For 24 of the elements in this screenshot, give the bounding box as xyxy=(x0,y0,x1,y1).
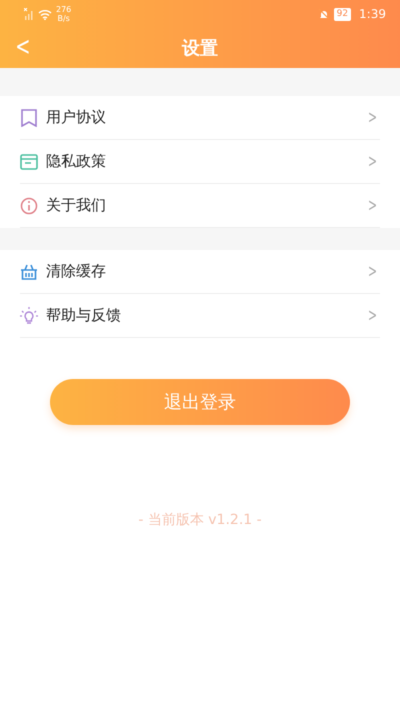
page-title: 设置 xyxy=(182,36,218,60)
version-text: - 当前版本 v1.2.1 - xyxy=(138,511,262,530)
signal-icon xyxy=(24,8,34,20)
chevron-icon: > xyxy=(368,196,377,214)
lightbulb-icon xyxy=(20,306,38,324)
row-label: 帮助与反馈 xyxy=(46,305,121,326)
info-icon xyxy=(20,196,38,214)
chevron-icon: > xyxy=(368,306,377,324)
battery-indicator: 92 xyxy=(334,8,352,20)
wifi-icon xyxy=(38,8,52,20)
bookmark-icon xyxy=(20,108,38,126)
chevron-icon: > xyxy=(368,152,377,170)
chevron-icon: > xyxy=(368,262,377,280)
row-label: 清除缓存 xyxy=(46,261,106,282)
basket-icon xyxy=(20,262,38,280)
row-label: 隐私政策 xyxy=(46,151,106,172)
speed-unit: B/s xyxy=(56,14,71,23)
row-label: 用户协议 xyxy=(46,107,106,128)
chevron-icon: > xyxy=(368,108,377,126)
network-speed: 276 xyxy=(56,5,72,14)
card-icon xyxy=(20,152,38,170)
muted-bell-icon xyxy=(318,8,330,20)
clock: 1:39 xyxy=(359,6,386,23)
row-label: 关于我们 xyxy=(46,195,106,216)
